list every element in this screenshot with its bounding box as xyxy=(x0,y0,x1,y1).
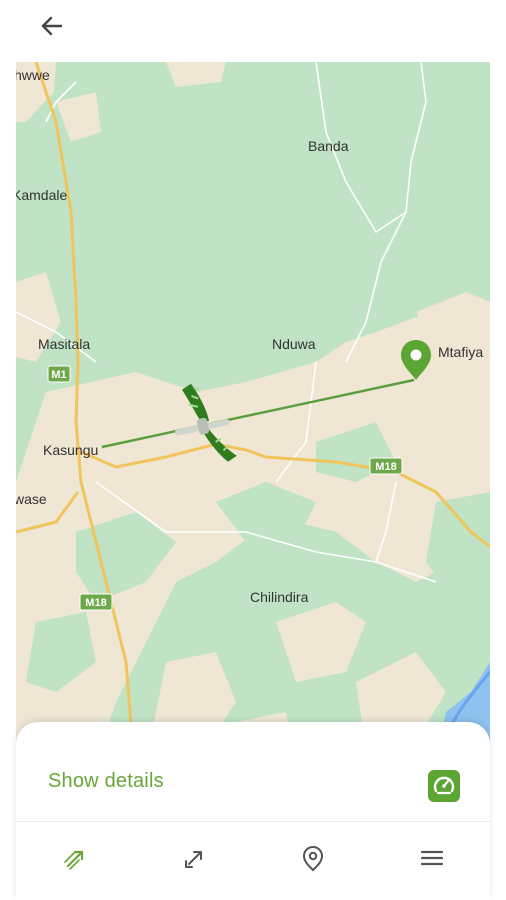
road-shield-m1: M1 xyxy=(47,365,71,383)
svg-text:M18: M18 xyxy=(85,597,106,609)
svg-text:M1: M1 xyxy=(51,369,66,381)
route-arrows-icon xyxy=(64,850,84,870)
details-button[interactable] xyxy=(428,770,460,802)
bottom-navigation xyxy=(16,822,490,900)
arrow-left-icon xyxy=(41,16,63,36)
map-pin-outline-icon xyxy=(302,845,324,872)
svg-text:M18: M18 xyxy=(375,461,396,473)
map-view[interactable]: M1 M18 M18 hwwe Banda Kamdale Masitala N… xyxy=(16,62,490,762)
speedometer-icon xyxy=(433,776,455,795)
back-button[interactable] xyxy=(34,8,70,44)
top-bar xyxy=(0,0,506,60)
place-banda: Banda xyxy=(308,138,349,154)
nav-item-route[interactable] xyxy=(56,838,96,878)
place-masitala: Masitala xyxy=(38,336,90,352)
nav-item-menu[interactable] xyxy=(412,838,452,878)
edit-arrow-icon xyxy=(185,851,202,868)
place-kamdale: Kamdale xyxy=(16,187,67,203)
place-hwwe: hwwe xyxy=(16,67,50,83)
place-wase: wase xyxy=(16,491,47,507)
nav-item-edit[interactable] xyxy=(175,838,215,878)
nav-item-location[interactable] xyxy=(293,838,333,878)
bottom-sheet: Show details xyxy=(16,722,490,900)
show-details-button[interactable]: Show details xyxy=(48,770,164,793)
road-shield-m18-east: M18 xyxy=(369,457,403,475)
map-canvas[interactable]: M1 M18 M18 hwwe Banda Kamdale Masitala N… xyxy=(16,62,490,762)
hamburger-menu-icon xyxy=(420,850,444,866)
road-shield-m18-south: M18 xyxy=(79,593,113,611)
place-mtafiya: Mtafiya xyxy=(438,344,483,360)
place-chilindira: Chilindira xyxy=(250,589,309,605)
place-kasungu: Kasungu xyxy=(43,442,98,458)
place-nduwa: Nduwa xyxy=(272,336,316,352)
